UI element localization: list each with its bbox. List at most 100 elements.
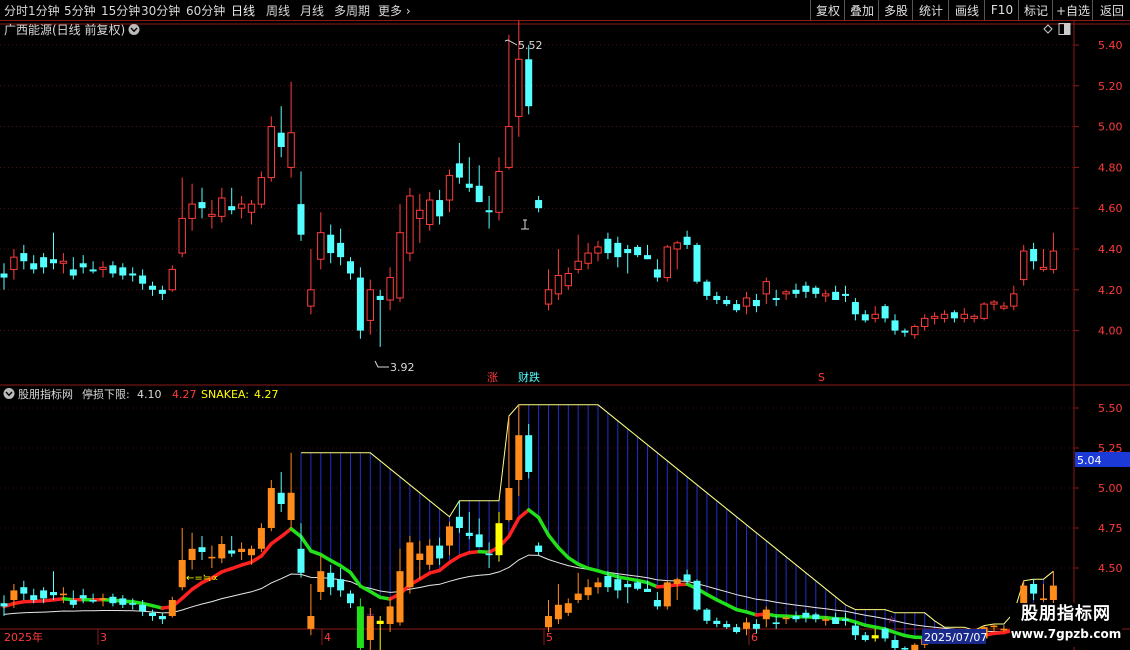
y-tick-label: 4.80 bbox=[1098, 161, 1123, 174]
period-tab-weekly[interactable]: 周线 bbox=[266, 2, 290, 19]
overlay-button[interactable]: 叠加 bbox=[844, 0, 879, 20]
candle-body bbox=[663, 246, 671, 279]
snake-line-segment bbox=[546, 533, 561, 550]
long-term-line bbox=[3, 554, 1054, 633]
kline-chart-area[interactable]: 广西能源(日线 前复权) 5.40 5.20 5.00 4.80 4.60 4.40 4.2… bbox=[0, 20, 1130, 650]
statistics-button[interactable]: 统计 bbox=[912, 0, 949, 20]
candle-body bbox=[139, 275, 147, 284]
period-tab-monthly[interactable]: 月线 bbox=[300, 2, 324, 19]
window-toggle-icon[interactable] bbox=[1058, 23, 1071, 35]
candle-body bbox=[653, 269, 661, 278]
candle-body bbox=[119, 267, 127, 276]
candle-body bbox=[178, 217, 186, 254]
ind-candle-body bbox=[792, 616, 800, 620]
time-axis: 2025年 3 4 5 6 2025/07/07 bbox=[4, 629, 987, 644]
diamond-icon[interactable] bbox=[1043, 24, 1053, 34]
ind-candle-body bbox=[653, 600, 661, 607]
add-watchlist-button[interactable]: +自选 bbox=[1052, 0, 1093, 20]
star-marker-2: ☆ bbox=[887, 615, 896, 626]
back-button[interactable]: 返回 bbox=[1092, 0, 1130, 20]
candle-body bbox=[911, 326, 919, 336]
candle-body bbox=[574, 260, 582, 270]
stop-loss-value: 4.10 bbox=[137, 388, 162, 401]
ind-candle-body bbox=[634, 582, 642, 589]
ind-candle-body bbox=[20, 587, 28, 594]
chevron-down-icon[interactable] bbox=[128, 24, 140, 35]
ind-candle-body bbox=[59, 593, 67, 596]
snake-line-segment bbox=[536, 515, 551, 537]
ind-candle-body bbox=[238, 548, 246, 552]
candle-body bbox=[921, 317, 929, 328]
ind-candle-body bbox=[436, 545, 444, 559]
multi-stock-button[interactable]: 多股 bbox=[878, 0, 913, 20]
snake-line-segment bbox=[279, 526, 293, 539]
candle-body bbox=[832, 291, 840, 300]
zhang-marker[interactable]: 涨 bbox=[487, 371, 498, 384]
ind-candle-body bbox=[0, 603, 8, 607]
candle-body bbox=[812, 287, 820, 294]
chevron-right-icon: › bbox=[402, 4, 411, 18]
current-date-label: 2025/07/07 bbox=[924, 631, 987, 644]
y-tick-label: 4.40 bbox=[1098, 243, 1123, 256]
candle-body bbox=[99, 266, 107, 270]
candle-body bbox=[426, 199, 434, 226]
period-tab-more[interactable]: 更多 › bbox=[378, 2, 411, 19]
candle-body bbox=[267, 126, 276, 179]
ind-candle-body bbox=[535, 545, 543, 552]
fuquan-button[interactable]: 复权 bbox=[810, 0, 845, 20]
snake-line-segment bbox=[180, 587, 194, 601]
candle-body bbox=[802, 285, 810, 292]
ind-candle-body bbox=[208, 556, 216, 559]
period-tab-30min[interactable]: 30分钟 bbox=[141, 2, 180, 19]
f10-button[interactable]: F10 bbox=[984, 0, 1019, 20]
candle-body bbox=[782, 291, 790, 295]
ind-candle-body bbox=[168, 600, 176, 616]
y-tick-label: 5.20 bbox=[1098, 80, 1123, 93]
snake-line-segment bbox=[517, 508, 531, 520]
time-label-april: 4 bbox=[324, 631, 331, 644]
s-marker[interactable]: S bbox=[818, 371, 825, 384]
candle-body bbox=[1020, 250, 1028, 281]
candle-body bbox=[208, 213, 216, 217]
candle-body bbox=[337, 242, 345, 258]
candle-body bbox=[356, 277, 364, 331]
period-tab-daily[interactable]: 日线 bbox=[231, 2, 255, 19]
snake-line-segment bbox=[526, 508, 541, 520]
mark-button[interactable]: 标记 bbox=[1018, 0, 1053, 20]
candle-body bbox=[564, 272, 572, 287]
time-label-june: 6 bbox=[751, 631, 758, 644]
ind-candle-body bbox=[267, 488, 275, 528]
ind-candle-body bbox=[287, 492, 295, 520]
candle-body bbox=[1049, 250, 1058, 270]
ind-candle-body bbox=[218, 544, 226, 559]
indicator-chevron-icon[interactable] bbox=[3, 388, 15, 399]
ind-candle-body bbox=[356, 606, 364, 648]
period-tab-1min[interactable]: 1分钟 bbox=[28, 2, 60, 19]
candle-body bbox=[40, 257, 48, 268]
watermark-logo: 股朋指标网 www.7gpzb.com bbox=[1010, 603, 1122, 647]
candle-body bbox=[297, 204, 305, 235]
candle-body bbox=[713, 295, 721, 300]
candle-body bbox=[723, 300, 731, 305]
period-tab-multi[interactable]: 多周期 bbox=[334, 2, 370, 19]
ind-candle-body bbox=[594, 582, 602, 588]
ind-candle-body bbox=[347, 593, 354, 604]
candle-body bbox=[59, 260, 68, 264]
period-tab-60min[interactable]: 60分钟 bbox=[186, 2, 225, 19]
candle-body bbox=[1000, 305, 1008, 309]
draw-line-button[interactable]: 画线 bbox=[948, 0, 985, 20]
candle-body bbox=[228, 206, 236, 211]
candle-body bbox=[237, 203, 246, 209]
period-tab-fenshi[interactable]: 分时 bbox=[4, 2, 28, 19]
snake-line-segment bbox=[507, 516, 521, 539]
ind-candle-body bbox=[515, 435, 523, 480]
period-tab-15min[interactable]: 15分钟 bbox=[101, 2, 140, 19]
candle-body bbox=[772, 297, 780, 300]
period-tab-5min[interactable]: 5分钟 bbox=[64, 2, 96, 19]
ind-candle-body bbox=[307, 616, 315, 629]
ind-candle-body bbox=[703, 609, 711, 621]
candle-body bbox=[455, 163, 463, 178]
ind-candle-body bbox=[406, 542, 414, 588]
caidie-marker[interactable]: 财跌 bbox=[518, 370, 540, 384]
ind-candle-body bbox=[149, 612, 156, 616]
